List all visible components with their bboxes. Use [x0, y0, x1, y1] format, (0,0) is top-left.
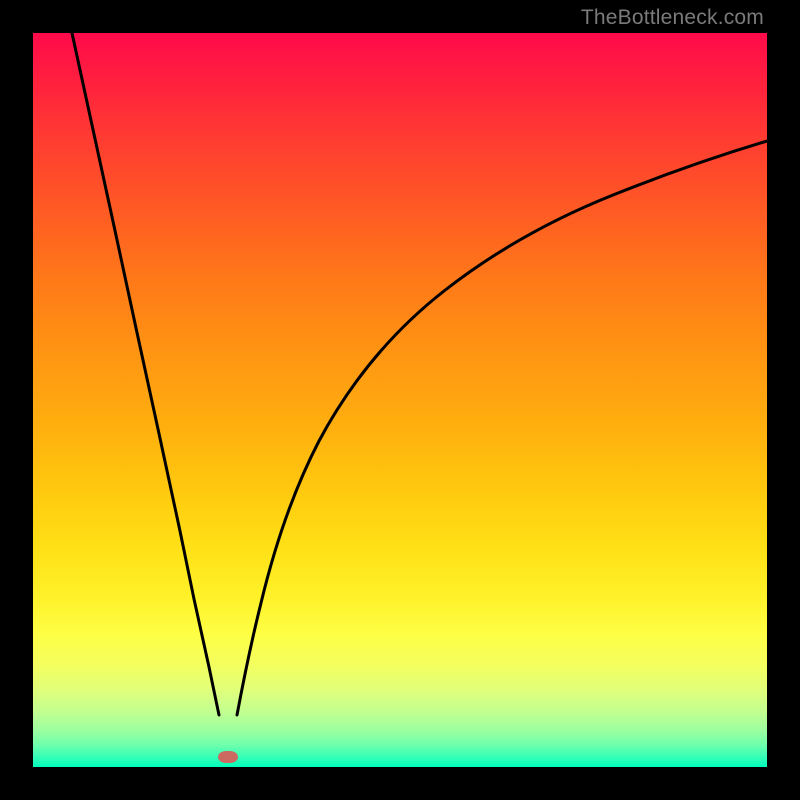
bottleneck-curve	[33, 33, 767, 767]
plot-area	[33, 33, 767, 767]
curve-right-branch	[237, 141, 767, 715]
minimum-marker	[218, 751, 238, 763]
attribution-text: TheBottleneck.com	[581, 6, 764, 30]
chart-frame: TheBottleneck.com	[0, 0, 800, 800]
curve-left-branch	[72, 33, 219, 715]
